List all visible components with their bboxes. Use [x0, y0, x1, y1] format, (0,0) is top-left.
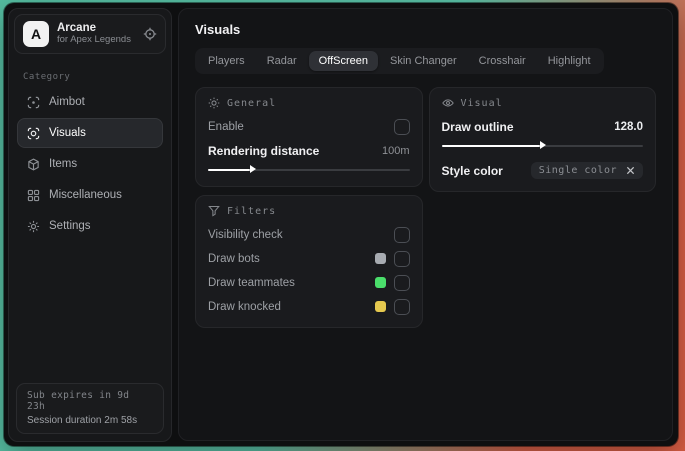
sub-expiry-text: Sub expires in 9d 23h [27, 390, 130, 412]
eye-icon [441, 97, 454, 109]
visuals-tabbar: Players Radar OffScreen Skin Changer Cro… [195, 48, 604, 74]
draw-outline-row: Draw outline 128.0 [442, 116, 644, 137]
tab-radar[interactable]: Radar [257, 51, 307, 71]
subscription-info: Sub expires in 9d 23h Session duration 2… [16, 383, 164, 434]
enable-label: Enable [208, 120, 244, 133]
tab-players[interactable]: Players [198, 51, 255, 71]
rendering-distance-label: Rendering distance [208, 143, 320, 158]
session-duration-text: Session duration 2m 58s [27, 415, 138, 426]
enable-row: Enable [208, 116, 410, 137]
brand-header: A Arcane for Apex Legends [14, 14, 166, 54]
rendering-distance-row: Rendering distance 100m [208, 140, 410, 161]
slider-fill [208, 165, 257, 173]
draw-knocked-controls [374, 298, 410, 315]
draw-knocked-checkbox[interactable] [393, 298, 410, 315]
category-label: Category [23, 72, 71, 82]
sidebar-item-visuals[interactable]: Visuals [17, 118, 163, 148]
draw-bots-checkbox[interactable] [393, 250, 410, 267]
visibility-check-checkbox[interactable] [393, 226, 410, 243]
visual-card-title: Visual [460, 97, 503, 109]
cube-icon [27, 157, 40, 171]
app-logo: A [23, 21, 49, 47]
draw-bots-row: Draw bots [208, 248, 410, 269]
general-card-header: General [208, 97, 410, 109]
knocked-color-swatch[interactable] [374, 301, 386, 312]
sidebar-item-aimbot[interactable]: Aimbot [17, 87, 163, 117]
draw-outline-label: Draw outline [441, 119, 514, 134]
left-column: General Enable Rendering distance 100m F… [195, 87, 423, 328]
sidebar-item-label: Items [49, 158, 78, 170]
tab-crosshair[interactable]: Crosshair [469, 51, 536, 71]
style-color-label: Style color [441, 163, 503, 178]
grid-icon [27, 189, 40, 202]
aimbot-scope-icon [27, 96, 40, 109]
sidebar-item-label: Aimbot [49, 96, 85, 108]
general-card: General Enable Rendering distance 100m [195, 87, 423, 187]
clear-icon[interactable] [626, 166, 635, 175]
sidebar-item-label: Miscellaneous [49, 189, 122, 201]
style-color-row: Style color Single color [441, 160, 643, 181]
crosshair-icon[interactable] [143, 27, 157, 41]
draw-knocked-label: Draw knocked [208, 300, 281, 313]
filters-card-header: Filters [208, 205, 410, 217]
sidebar-nav: Aimbot Visuals Items Miscellaneous Setti… [9, 87, 171, 241]
visual-card: Visual Draw outline 128.0 Style color Si… [428, 87, 656, 192]
filters-card: Filters Visibility check Draw bots Draw … [195, 195, 423, 328]
tab-offscreen[interactable]: OffScreen [308, 51, 378, 71]
draw-teammates-row: Draw teammates [208, 272, 410, 293]
sidebar-item-label: Visuals [49, 127, 86, 139]
funnel-icon [208, 205, 220, 217]
teammates-color-swatch[interactable] [374, 277, 386, 288]
draw-teammates-label: Draw teammates [208, 276, 295, 289]
draw-bots-label: Draw bots [208, 252, 260, 265]
bots-color-swatch[interactable] [374, 253, 386, 264]
draw-teammates-checkbox[interactable] [393, 274, 410, 291]
slider-fill [441, 141, 546, 149]
sidebar-item-items[interactable]: Items [17, 149, 163, 179]
rendering-distance-value: 100m [381, 144, 410, 157]
tab-highlight[interactable]: Highlight [538, 51, 601, 71]
draw-teammates-controls [374, 274, 410, 291]
sun-icon [208, 97, 220, 109]
page-title: Visuals [195, 22, 241, 37]
filters-card-title: Filters [227, 205, 277, 217]
rendering-distance-slider[interactable] [208, 163, 410, 176]
general-card-title: General [227, 97, 277, 109]
sidebar-item-label: Settings [49, 220, 91, 232]
visuals-scan-icon [27, 127, 40, 140]
visibility-check-label: Visibility check [208, 228, 283, 241]
style-color-select[interactable]: Single color [530, 162, 643, 179]
visual-card-header: Visual [441, 97, 644, 109]
app-subtitle: for Apex Legends [57, 34, 131, 46]
draw-outline-slider[interactable] [441, 139, 643, 152]
sidebar: A Arcane for Apex Legends Category Aimbo… [8, 8, 172, 442]
style-color-value: Single color [538, 165, 617, 176]
visibility-check-row: Visibility check [208, 224, 410, 245]
gear-icon [27, 220, 40, 233]
right-column: Visual Draw outline 128.0 Style color Si… [428, 87, 656, 192]
content-grid: General Enable Rendering distance 100m F… [195, 87, 656, 328]
sidebar-item-settings[interactable]: Settings [17, 211, 163, 241]
app-window: A Arcane for Apex Legends Category Aimbo… [4, 3, 678, 446]
brand-text: Arcane for Apex Legends [57, 22, 135, 46]
tab-skin-changer[interactable]: Skin Changer [380, 51, 467, 71]
draw-knocked-row: Draw knocked [208, 296, 410, 317]
main-panel: Visuals Players Radar OffScreen Skin Cha… [178, 8, 673, 441]
draw-bots-controls [374, 250, 410, 267]
enable-checkbox[interactable] [393, 118, 410, 135]
draw-outline-value: 128.0 [614, 120, 643, 133]
sidebar-item-miscellaneous[interactable]: Miscellaneous [17, 180, 163, 210]
